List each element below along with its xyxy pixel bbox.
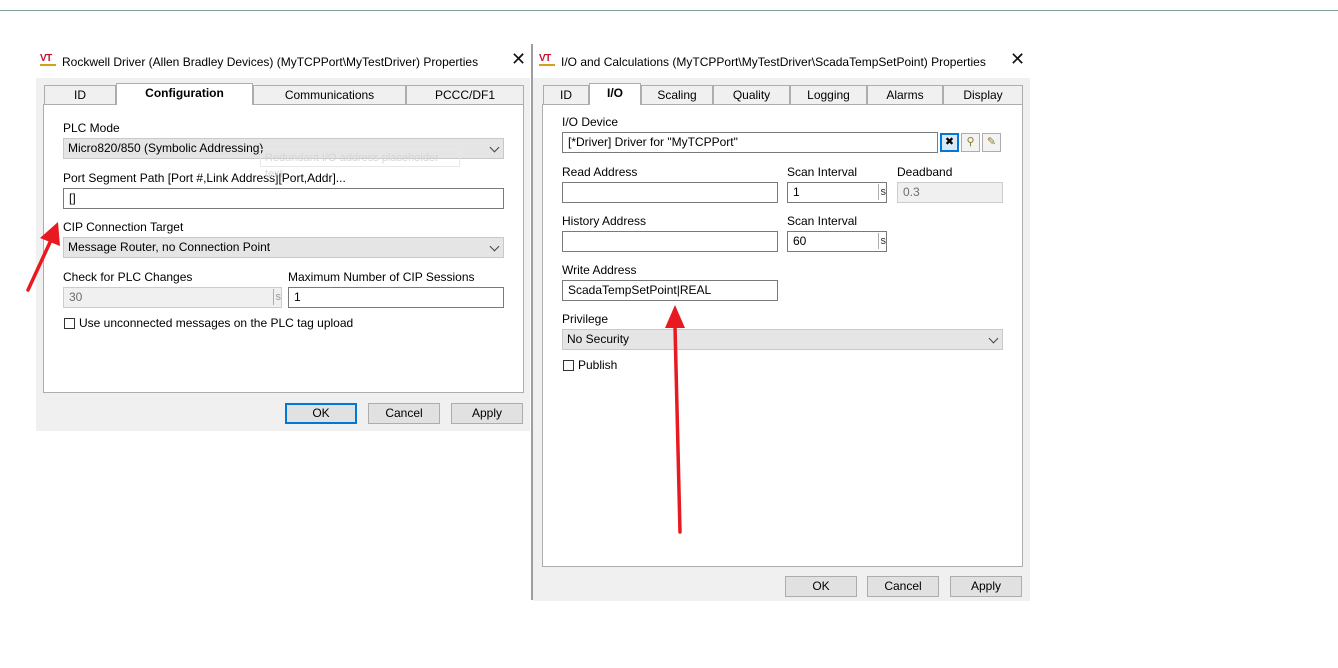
scan-interval-unit: s xyxy=(877,184,886,200)
history-scan-interval-label: Scan Interval xyxy=(787,214,858,228)
tab-logging[interactable]: Logging xyxy=(790,85,867,104)
scan-interval-label: Scan Interval xyxy=(787,165,858,179)
privilege-select[interactable]: No Security xyxy=(562,329,1003,350)
ghost-tooltip: Redundant I/O address placeholder text xyxy=(260,149,460,180)
privilege-value: No Security xyxy=(567,332,630,346)
left-apply-button[interactable]: Apply xyxy=(451,403,523,424)
vt-logo-icon: VT xyxy=(40,54,60,68)
left-ok-button[interactable]: OK xyxy=(285,403,357,424)
check-plc-label: Check for PLC Changes xyxy=(63,270,193,284)
privilege-label: Privilege xyxy=(562,312,609,326)
history-scan-interval-unit: s xyxy=(877,233,886,249)
close-icon[interactable]: ✕ xyxy=(1010,50,1025,68)
tab-quality[interactable]: Quality xyxy=(713,85,790,104)
write-address-label: Write Address xyxy=(562,263,637,277)
check-plc-unit: s xyxy=(272,289,281,305)
write-address-input[interactable]: ScadaTempSetPoint|REAL xyxy=(562,280,778,301)
right-ok-button[interactable]: OK xyxy=(785,576,857,597)
plc-mode-value: Micro820/850 (Symbolic Addressing) xyxy=(68,141,264,155)
tab-configuration[interactable]: Configuration xyxy=(116,83,253,105)
io-calculations-dialog: VT I/O and Calculations (MyTCPPort\MyTes… xyxy=(533,44,1030,601)
max-sessions-label: Maximum Number of CIP Sessions xyxy=(288,270,475,284)
deadband-label: Deadband xyxy=(897,165,953,179)
deadband-input: 0.3 xyxy=(897,182,1003,203)
right-title-bar[interactable]: VT I/O and Calculations (MyTCPPort\MyTes… xyxy=(533,44,1030,78)
tab-io[interactable]: I/O xyxy=(589,83,641,105)
chevron-down-icon xyxy=(489,241,500,252)
cip-target-value: Message Router, no Connection Point xyxy=(68,240,271,254)
chevron-down-icon xyxy=(988,333,999,344)
tab-id[interactable]: ID xyxy=(44,85,116,104)
io-device-label: I/O Device xyxy=(562,115,619,129)
right-cancel-button[interactable]: Cancel xyxy=(867,576,939,597)
left-dialog-title: Rockwell Driver (Allen Bradley Devices) … xyxy=(62,55,479,69)
read-address-input[interactable] xyxy=(562,182,778,203)
cip-target-select[interactable]: Message Router, no Connection Point xyxy=(63,237,504,258)
right-dialog-title: I/O and Calculations (MyTCPPort\MyTestDr… xyxy=(561,55,986,69)
scan-interval-input[interactable]: 1 s xyxy=(787,182,887,203)
check-plc-input: 30 s xyxy=(63,287,282,308)
chevron-down-icon xyxy=(489,142,500,153)
max-sessions-input[interactable]: 1 xyxy=(288,287,504,308)
io-device-input[interactable]: [*Driver] Driver for "MyTCPPort" xyxy=(562,132,938,153)
tab-alarms[interactable]: Alarms xyxy=(867,85,943,104)
configuration-pane: PLC Mode Micro820/850 (Symbolic Addressi… xyxy=(43,104,524,393)
read-address-label: Read Address xyxy=(562,165,638,179)
tab-communications[interactable]: Communications xyxy=(253,85,406,104)
tab-display[interactable]: Display xyxy=(943,85,1023,104)
plc-mode-label: PLC Mode xyxy=(63,121,120,135)
browse-tag-icon[interactable]: ⚲ xyxy=(961,133,980,152)
publish-label: Publish xyxy=(578,358,618,372)
left-cancel-button[interactable]: Cancel xyxy=(368,403,440,424)
history-scan-interval-value: 60 xyxy=(793,234,807,248)
check-plc-value: 30 xyxy=(69,290,83,304)
io-pane: I/O Device [*Driver] Driver for "MyTCPPo… xyxy=(542,104,1023,567)
clear-icon[interactable]: ✖ xyxy=(940,133,959,152)
vt-logo-icon: VT xyxy=(539,54,559,68)
close-icon[interactable]: ✕ xyxy=(511,50,526,68)
cip-target-label: CIP Connection Target xyxy=(63,220,184,234)
history-address-input[interactable] xyxy=(562,231,778,252)
publish-checkbox[interactable] xyxy=(563,360,574,371)
port-segment-label: Port Segment Path [Port #,Link Address][… xyxy=(63,171,346,185)
tab-id[interactable]: ID xyxy=(543,85,589,104)
unconnected-checkbox[interactable] xyxy=(64,318,75,329)
tab-pccc-df1[interactable]: PCCC/DF1 xyxy=(406,85,524,104)
history-address-label: History Address xyxy=(562,214,647,228)
rockwell-driver-dialog: VT Rockwell Driver (Allen Bradley Device… xyxy=(36,44,530,431)
history-scan-interval-input[interactable]: 60 s xyxy=(787,231,887,252)
edit-tag-icon[interactable]: ✎ xyxy=(982,133,1001,152)
top-border-line xyxy=(0,10,1338,11)
right-apply-button[interactable]: Apply xyxy=(950,576,1022,597)
unconnected-label: Use unconnected messages on the PLC tag … xyxy=(79,316,354,330)
scan-interval-value: 1 xyxy=(793,185,800,199)
tab-scaling[interactable]: Scaling xyxy=(641,85,713,104)
left-title-bar[interactable]: VT Rockwell Driver (Allen Bradley Device… xyxy=(36,44,530,78)
port-segment-input[interactable]: [] xyxy=(63,188,504,209)
